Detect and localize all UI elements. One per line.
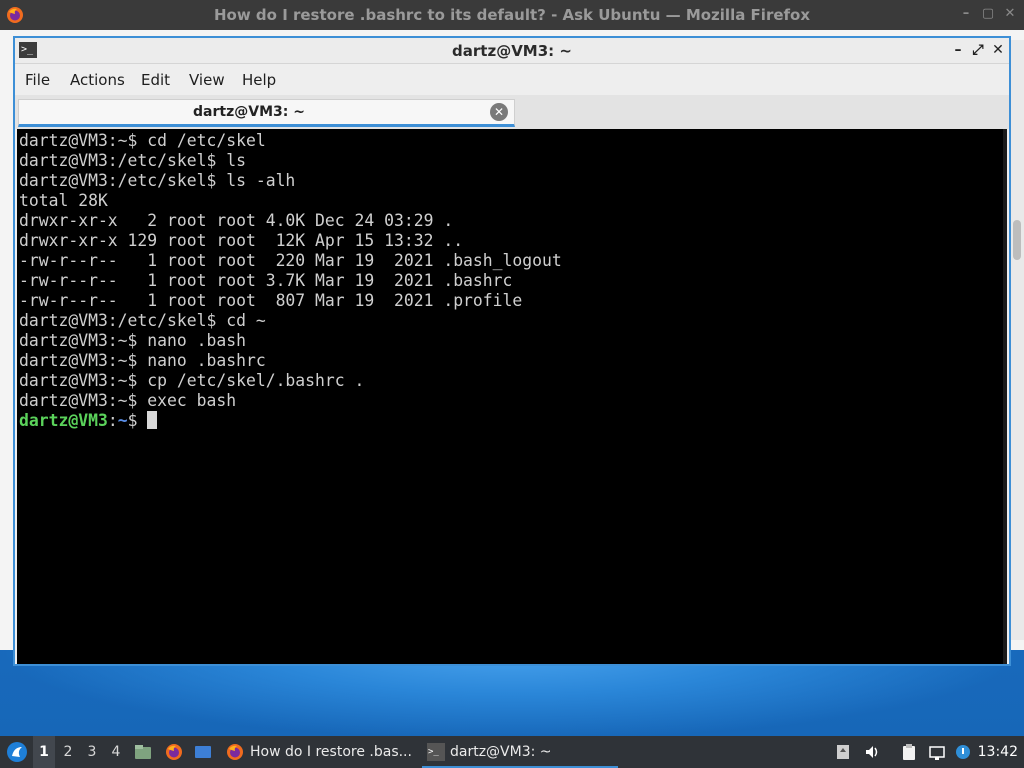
updates-icon[interactable]: [834, 743, 852, 761]
terminal-line: -rw-r--r-- 1 root root 3.7K Mar 19 2021 …: [19, 271, 513, 290]
lubuntu-start-icon[interactable]: [4, 736, 30, 768]
maximize-icon[interactable]: ▢: [980, 6, 996, 22]
terminal-window[interactable]: >_ dartz@VM3: ~ – ⤢ ✕ File Actions Edit …: [13, 36, 1011, 666]
menu-view[interactable]: View: [189, 71, 225, 89]
notification-icon[interactable]: [954, 743, 972, 761]
minimize-icon[interactable]: –: [958, 6, 974, 22]
prompt-path: ~: [117, 411, 128, 430]
taskbar: 1 2 3 4 How do I restore .bas... >_ dart…: [0, 736, 1024, 768]
network-icon[interactable]: [928, 743, 946, 761]
task-label: How do I restore .bas...: [250, 744, 412, 760]
terminal-line: drwxr-xr-x 2 root root 4.0K Dec 24 03:29…: [19, 211, 454, 230]
text-cursor: [147, 411, 158, 429]
terminal-line: dartz@VM3:~$ nano .bashrc: [19, 351, 266, 370]
terminal-line: total 28K: [19, 191, 108, 210]
menubar: File Actions Edit View Help: [15, 65, 1009, 95]
workspace-3[interactable]: 3: [81, 736, 103, 768]
menu-file[interactable]: File: [25, 71, 50, 89]
terminal-prompt-line[interactable]: dartz@VM3:~$: [19, 411, 158, 431]
terminal-titlebar[interactable]: >_ dartz@VM3: ~ – ⤢ ✕: [15, 38, 1009, 64]
firefox-icon: [227, 744, 243, 760]
task-terminal[interactable]: >_ dartz@VM3: ~: [422, 736, 618, 768]
terminal-line: dartz@VM3:/etc/skel$ cd ~: [19, 311, 266, 330]
clipboard-icon[interactable]: [900, 743, 918, 761]
terminal-line: drwxr-xr-x 129 root root 12K Apr 15 13:3…: [19, 231, 464, 250]
prompt-symbol: $: [127, 411, 138, 430]
tab-label: dartz@VM3: ~: [193, 104, 305, 120]
terminal-window-title: dartz@VM3: ~: [452, 42, 572, 60]
terminal-line: dartz@VM3:~$ nano .bash: [19, 331, 246, 350]
task-firefox[interactable]: How do I restore .bas...: [222, 736, 418, 768]
terminal-line: -rw-r--r-- 1 root root 220 Mar 19 2021 .…: [19, 251, 562, 270]
volume-icon[interactable]: [864, 743, 882, 761]
minimize-button[interactable]: –: [950, 42, 966, 58]
prompt-user-host: dartz@VM3: [19, 411, 108, 430]
close-button[interactable]: ✕: [990, 42, 1006, 58]
firefox-titlebar[interactable]: How do I restore .bashrc to its default?…: [0, 0, 1024, 30]
file-manager-icon[interactable]: [134, 743, 152, 761]
tab-bar: dartz@VM3: ~ ✕: [15, 95, 1009, 129]
start-menu-icon: [7, 742, 27, 762]
firefox-launcher-icon[interactable]: [165, 743, 183, 761]
terminal-line: dartz@VM3:/etc/skel$ ls -alh: [19, 171, 296, 190]
terminal-line: dartz@VM3:~$ exec bash: [19, 391, 237, 410]
clock[interactable]: 13:42: [978, 736, 1018, 768]
menu-actions[interactable]: Actions: [70, 71, 125, 89]
terminal-line: dartz@VM3:~$ cp /etc/skel/.bashrc .: [19, 371, 365, 390]
menu-help[interactable]: Help: [242, 71, 276, 89]
tab-terminal[interactable]: dartz@VM3: ~ ✕: [18, 99, 515, 127]
terminal-line: dartz@VM3:~$ cd /etc/skel: [19, 131, 266, 150]
desktop-icon[interactable]: [194, 743, 212, 761]
workspace-1[interactable]: 1: [33, 736, 55, 768]
prompt-separator: :: [107, 411, 118, 430]
terminal-line: dartz@VM3:/etc/skel$ ls: [19, 151, 246, 170]
terminal-scrollbar[interactable]: [1003, 129, 1007, 664]
tab-close-icon[interactable]: ✕: [490, 103, 508, 121]
firefox-scrollbar-thumb[interactable]: [1013, 220, 1021, 260]
firefox-scrollbar[interactable]: [1010, 40, 1024, 640]
terminal-output[interactable]: dartz@VM3:~$ cd /etc/skel dartz@VM3:/etc…: [17, 129, 1007, 664]
task-label: dartz@VM3: ~: [450, 744, 552, 760]
terminal-icon: >_: [427, 743, 445, 761]
menu-edit[interactable]: Edit: [141, 71, 170, 89]
firefox-window-title: How do I restore .bashrc to its default?…: [213, 6, 811, 24]
maximize-button[interactable]: ⤢: [970, 42, 986, 58]
workspace-4[interactable]: 4: [105, 736, 127, 768]
terminal-line: -rw-r--r-- 1 root root 807 Mar 19 2021 .…: [19, 291, 523, 310]
close-icon[interactable]: ✕: [1002, 6, 1018, 22]
workspace-2[interactable]: 2: [57, 736, 79, 768]
